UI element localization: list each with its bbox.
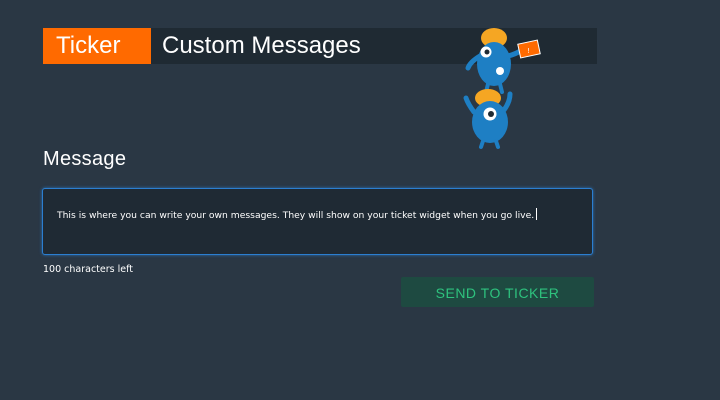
top-mascot-icon: !	[465, 28, 541, 94]
message-label: Message	[43, 148, 127, 170]
flag-mark: !	[527, 47, 530, 55]
mascot-illustration: !	[463, 28, 541, 149]
send-to-ticker-button[interactable]: SEND TO TICKER	[401, 277, 594, 307]
message-textarea[interactable]: This is where you can write your own mes…	[42, 188, 593, 255]
bottom-mascot-icon	[463, 89, 513, 149]
message-text[interactable]: This is where you can write your own mes…	[57, 210, 534, 221]
ticker-tag: Ticker	[43, 28, 151, 64]
characters-left-counter: 100 characters left	[43, 264, 133, 275]
page-title: Custom Messages	[162, 32, 361, 59]
text-caret	[536, 208, 538, 220]
